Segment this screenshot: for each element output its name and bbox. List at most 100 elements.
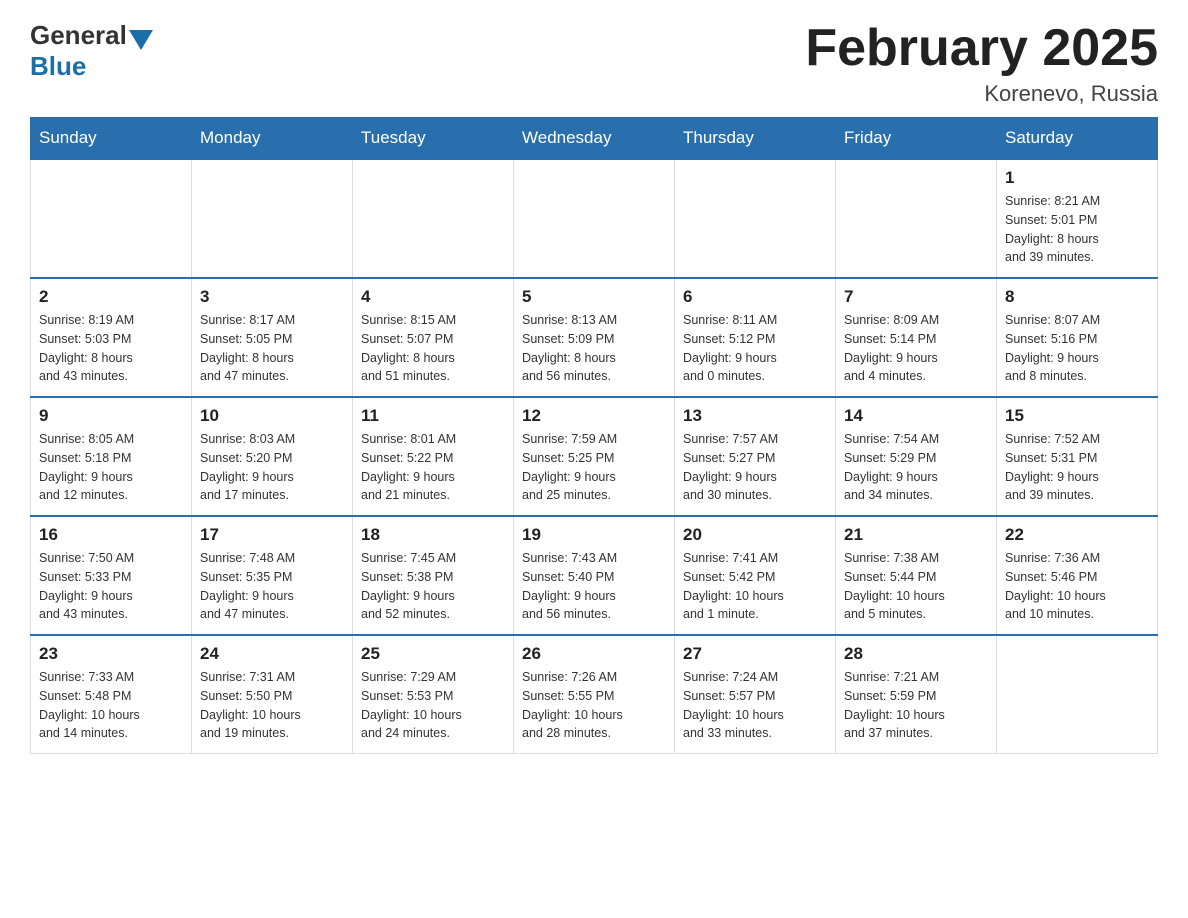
calendar-cell xyxy=(514,159,675,278)
day-info: Sunrise: 8:17 AMSunset: 5:05 PMDaylight:… xyxy=(200,311,344,386)
calendar-cell xyxy=(353,159,514,278)
day-info: Sunrise: 7:59 AMSunset: 5:25 PMDaylight:… xyxy=(522,430,666,505)
day-number: 28 xyxy=(844,644,988,664)
title-section: February 2025 Korenevo, Russia xyxy=(805,20,1158,107)
day-info: Sunrise: 7:33 AMSunset: 5:48 PMDaylight:… xyxy=(39,668,183,743)
day-number: 6 xyxy=(683,287,827,307)
day-info: Sunrise: 7:29 AMSunset: 5:53 PMDaylight:… xyxy=(361,668,505,743)
day-number: 19 xyxy=(522,525,666,545)
day-number: 1 xyxy=(1005,168,1149,188)
calendar-cell: 18 Sunrise: 7:45 AMSunset: 5:38 PMDayligh… xyxy=(353,516,514,635)
calendar-cell: 16 Sunrise: 7:50 AMSunset: 5:33 PMDayligh… xyxy=(31,516,192,635)
day-info: Sunrise: 7:45 AMSunset: 5:38 PMDaylight:… xyxy=(361,549,505,624)
day-info: Sunrise: 7:36 AMSunset: 5:46 PMDaylight:… xyxy=(1005,549,1149,624)
calendar-cell: 28 Sunrise: 7:21 AMSunset: 5:59 PMDayligh… xyxy=(836,635,997,754)
day-info: Sunrise: 7:21 AMSunset: 5:59 PMDaylight:… xyxy=(844,668,988,743)
calendar-cell: 27 Sunrise: 7:24 AMSunset: 5:57 PMDayligh… xyxy=(675,635,836,754)
day-info: Sunrise: 7:48 AMSunset: 5:35 PMDaylight:… xyxy=(200,549,344,624)
calendar-cell: 9 Sunrise: 8:05 AMSunset: 5:18 PMDaylight… xyxy=(31,397,192,516)
day-info: Sunrise: 8:21 AMSunset: 5:01 PMDaylight:… xyxy=(1005,192,1149,267)
calendar-cell: 11Sunrise: 8:01 AMSunset: 5:22 PMDayligh… xyxy=(353,397,514,516)
weekday-header-friday: Friday xyxy=(836,118,997,160)
month-title: February 2025 xyxy=(805,20,1158,77)
calendar-cell: 10 Sunrise: 8:03 AMSunset: 5:20 PMDayligh… xyxy=(192,397,353,516)
day-info: Sunrise: 8:07 AMSunset: 5:16 PMDaylight:… xyxy=(1005,311,1149,386)
day-info: Sunrise: 7:52 AMSunset: 5:31 PMDaylight:… xyxy=(1005,430,1149,505)
calendar-cell: 7 Sunrise: 8:09 AMSunset: 5:14 PMDaylight… xyxy=(836,278,997,397)
day-number: 14 xyxy=(844,406,988,426)
weekday-header-wednesday: Wednesday xyxy=(514,118,675,160)
calendar-week-row: 1 Sunrise: 8:21 AMSunset: 5:01 PMDaylight… xyxy=(31,159,1158,278)
day-number: 3 xyxy=(200,287,344,307)
calendar-cell: 8 Sunrise: 8:07 AMSunset: 5:16 PMDaylight… xyxy=(997,278,1158,397)
calendar-week-row: 2 Sunrise: 8:19 AMSunset: 5:03 PMDaylight… xyxy=(31,278,1158,397)
day-number: 23 xyxy=(39,644,183,664)
logo-general-text: General xyxy=(30,20,127,51)
calendar-cell: 23 Sunrise: 7:33 AMSunset: 5:48 PMDayligh… xyxy=(31,635,192,754)
calendar-week-row: 9 Sunrise: 8:05 AMSunset: 5:18 PMDaylight… xyxy=(31,397,1158,516)
day-number: 26 xyxy=(522,644,666,664)
weekday-header-saturday: Saturday xyxy=(997,118,1158,160)
day-info: Sunrise: 7:43 AMSunset: 5:40 PMDaylight:… xyxy=(522,549,666,624)
weekday-header-sunday: Sunday xyxy=(31,118,192,160)
calendar-cell: 2 Sunrise: 8:19 AMSunset: 5:03 PMDaylight… xyxy=(31,278,192,397)
day-number: 27 xyxy=(683,644,827,664)
day-number: 17 xyxy=(200,525,344,545)
calendar-cell: 20Sunrise: 7:41 AMSunset: 5:42 PMDayligh… xyxy=(675,516,836,635)
calendar-week-row: 16 Sunrise: 7:50 AMSunset: 5:33 PMDayligh… xyxy=(31,516,1158,635)
calendar-cell: 26 Sunrise: 7:26 AMSunset: 5:55 PMDayligh… xyxy=(514,635,675,754)
day-number: 25 xyxy=(361,644,505,664)
day-info: Sunrise: 8:05 AMSunset: 5:18 PMDaylight:… xyxy=(39,430,183,505)
day-number: 8 xyxy=(1005,287,1149,307)
calendar-cell: 6Sunrise: 8:11 AMSunset: 5:12 PMDaylight… xyxy=(675,278,836,397)
day-number: 22 xyxy=(1005,525,1149,545)
calendar-cell: 14 Sunrise: 7:54 AMSunset: 5:29 PMDayligh… xyxy=(836,397,997,516)
calendar-cell xyxy=(675,159,836,278)
day-number: 13 xyxy=(683,406,827,426)
day-number: 4 xyxy=(361,287,505,307)
calendar-cell xyxy=(192,159,353,278)
day-number: 16 xyxy=(39,525,183,545)
day-number: 20 xyxy=(683,525,827,545)
day-number: 21 xyxy=(844,525,988,545)
day-number: 9 xyxy=(39,406,183,426)
day-info: Sunrise: 8:09 AMSunset: 5:14 PMDaylight:… xyxy=(844,311,988,386)
day-info: Sunrise: 7:54 AMSunset: 5:29 PMDaylight:… xyxy=(844,430,988,505)
day-info: Sunrise: 8:03 AMSunset: 5:20 PMDaylight:… xyxy=(200,430,344,505)
calendar-cell: 25 Sunrise: 7:29 AMSunset: 5:53 PMDayligh… xyxy=(353,635,514,754)
location-label: Korenevo, Russia xyxy=(805,81,1158,107)
day-info: Sunrise: 8:15 AMSunset: 5:07 PMDaylight:… xyxy=(361,311,505,386)
calendar-cell: 17 Sunrise: 7:48 AMSunset: 5:35 PMDayligh… xyxy=(192,516,353,635)
day-info: Sunrise: 7:24 AMSunset: 5:57 PMDaylight:… xyxy=(683,668,827,743)
day-info: Sunrise: 8:19 AMSunset: 5:03 PMDaylight:… xyxy=(39,311,183,386)
day-number: 11 xyxy=(361,406,505,426)
calendar-cell xyxy=(997,635,1158,754)
calendar-cell: 1 Sunrise: 8:21 AMSunset: 5:01 PMDaylight… xyxy=(997,159,1158,278)
day-number: 15 xyxy=(1005,406,1149,426)
calendar-cell: 3 Sunrise: 8:17 AMSunset: 5:05 PMDaylight… xyxy=(192,278,353,397)
calendar-cell: 22 Sunrise: 7:36 AMSunset: 5:46 PMDayligh… xyxy=(997,516,1158,635)
day-number: 24 xyxy=(200,644,344,664)
logo-blue-text: Blue xyxy=(30,51,86,81)
calendar-cell: 21Sunrise: 7:38 AMSunset: 5:44 PMDayligh… xyxy=(836,516,997,635)
calendar-cell: 5Sunrise: 8:13 AMSunset: 5:09 PMDaylight… xyxy=(514,278,675,397)
day-info: Sunrise: 7:26 AMSunset: 5:55 PMDaylight:… xyxy=(522,668,666,743)
weekday-header-monday: Monday xyxy=(192,118,353,160)
calendar-header-row: SundayMondayTuesdayWednesdayThursdayFrid… xyxy=(31,118,1158,160)
day-number: 2 xyxy=(39,287,183,307)
day-info: Sunrise: 8:13 AMSunset: 5:09 PMDaylight:… xyxy=(522,311,666,386)
weekday-header-thursday: Thursday xyxy=(675,118,836,160)
calendar-cell: 24 Sunrise: 7:31 AMSunset: 5:50 PMDayligh… xyxy=(192,635,353,754)
day-info: Sunrise: 7:57 AMSunset: 5:27 PMDaylight:… xyxy=(683,430,827,505)
day-number: 10 xyxy=(200,406,344,426)
calendar-cell: 12Sunrise: 7:59 AMSunset: 5:25 PMDayligh… xyxy=(514,397,675,516)
day-info: Sunrise: 7:31 AMSunset: 5:50 PMDaylight:… xyxy=(200,668,344,743)
calendar-week-row: 23 Sunrise: 7:33 AMSunset: 5:48 PMDayligh… xyxy=(31,635,1158,754)
logo: General Blue xyxy=(30,20,155,82)
calendar-cell: 4 Sunrise: 8:15 AMSunset: 5:07 PMDaylight… xyxy=(353,278,514,397)
page-header: General Blue February 2025 Korenevo, Rus… xyxy=(30,20,1158,107)
day-info: Sunrise: 7:50 AMSunset: 5:33 PMDaylight:… xyxy=(39,549,183,624)
logo-arrow-icon xyxy=(129,30,153,50)
day-number: 18 xyxy=(361,525,505,545)
day-number: 7 xyxy=(844,287,988,307)
